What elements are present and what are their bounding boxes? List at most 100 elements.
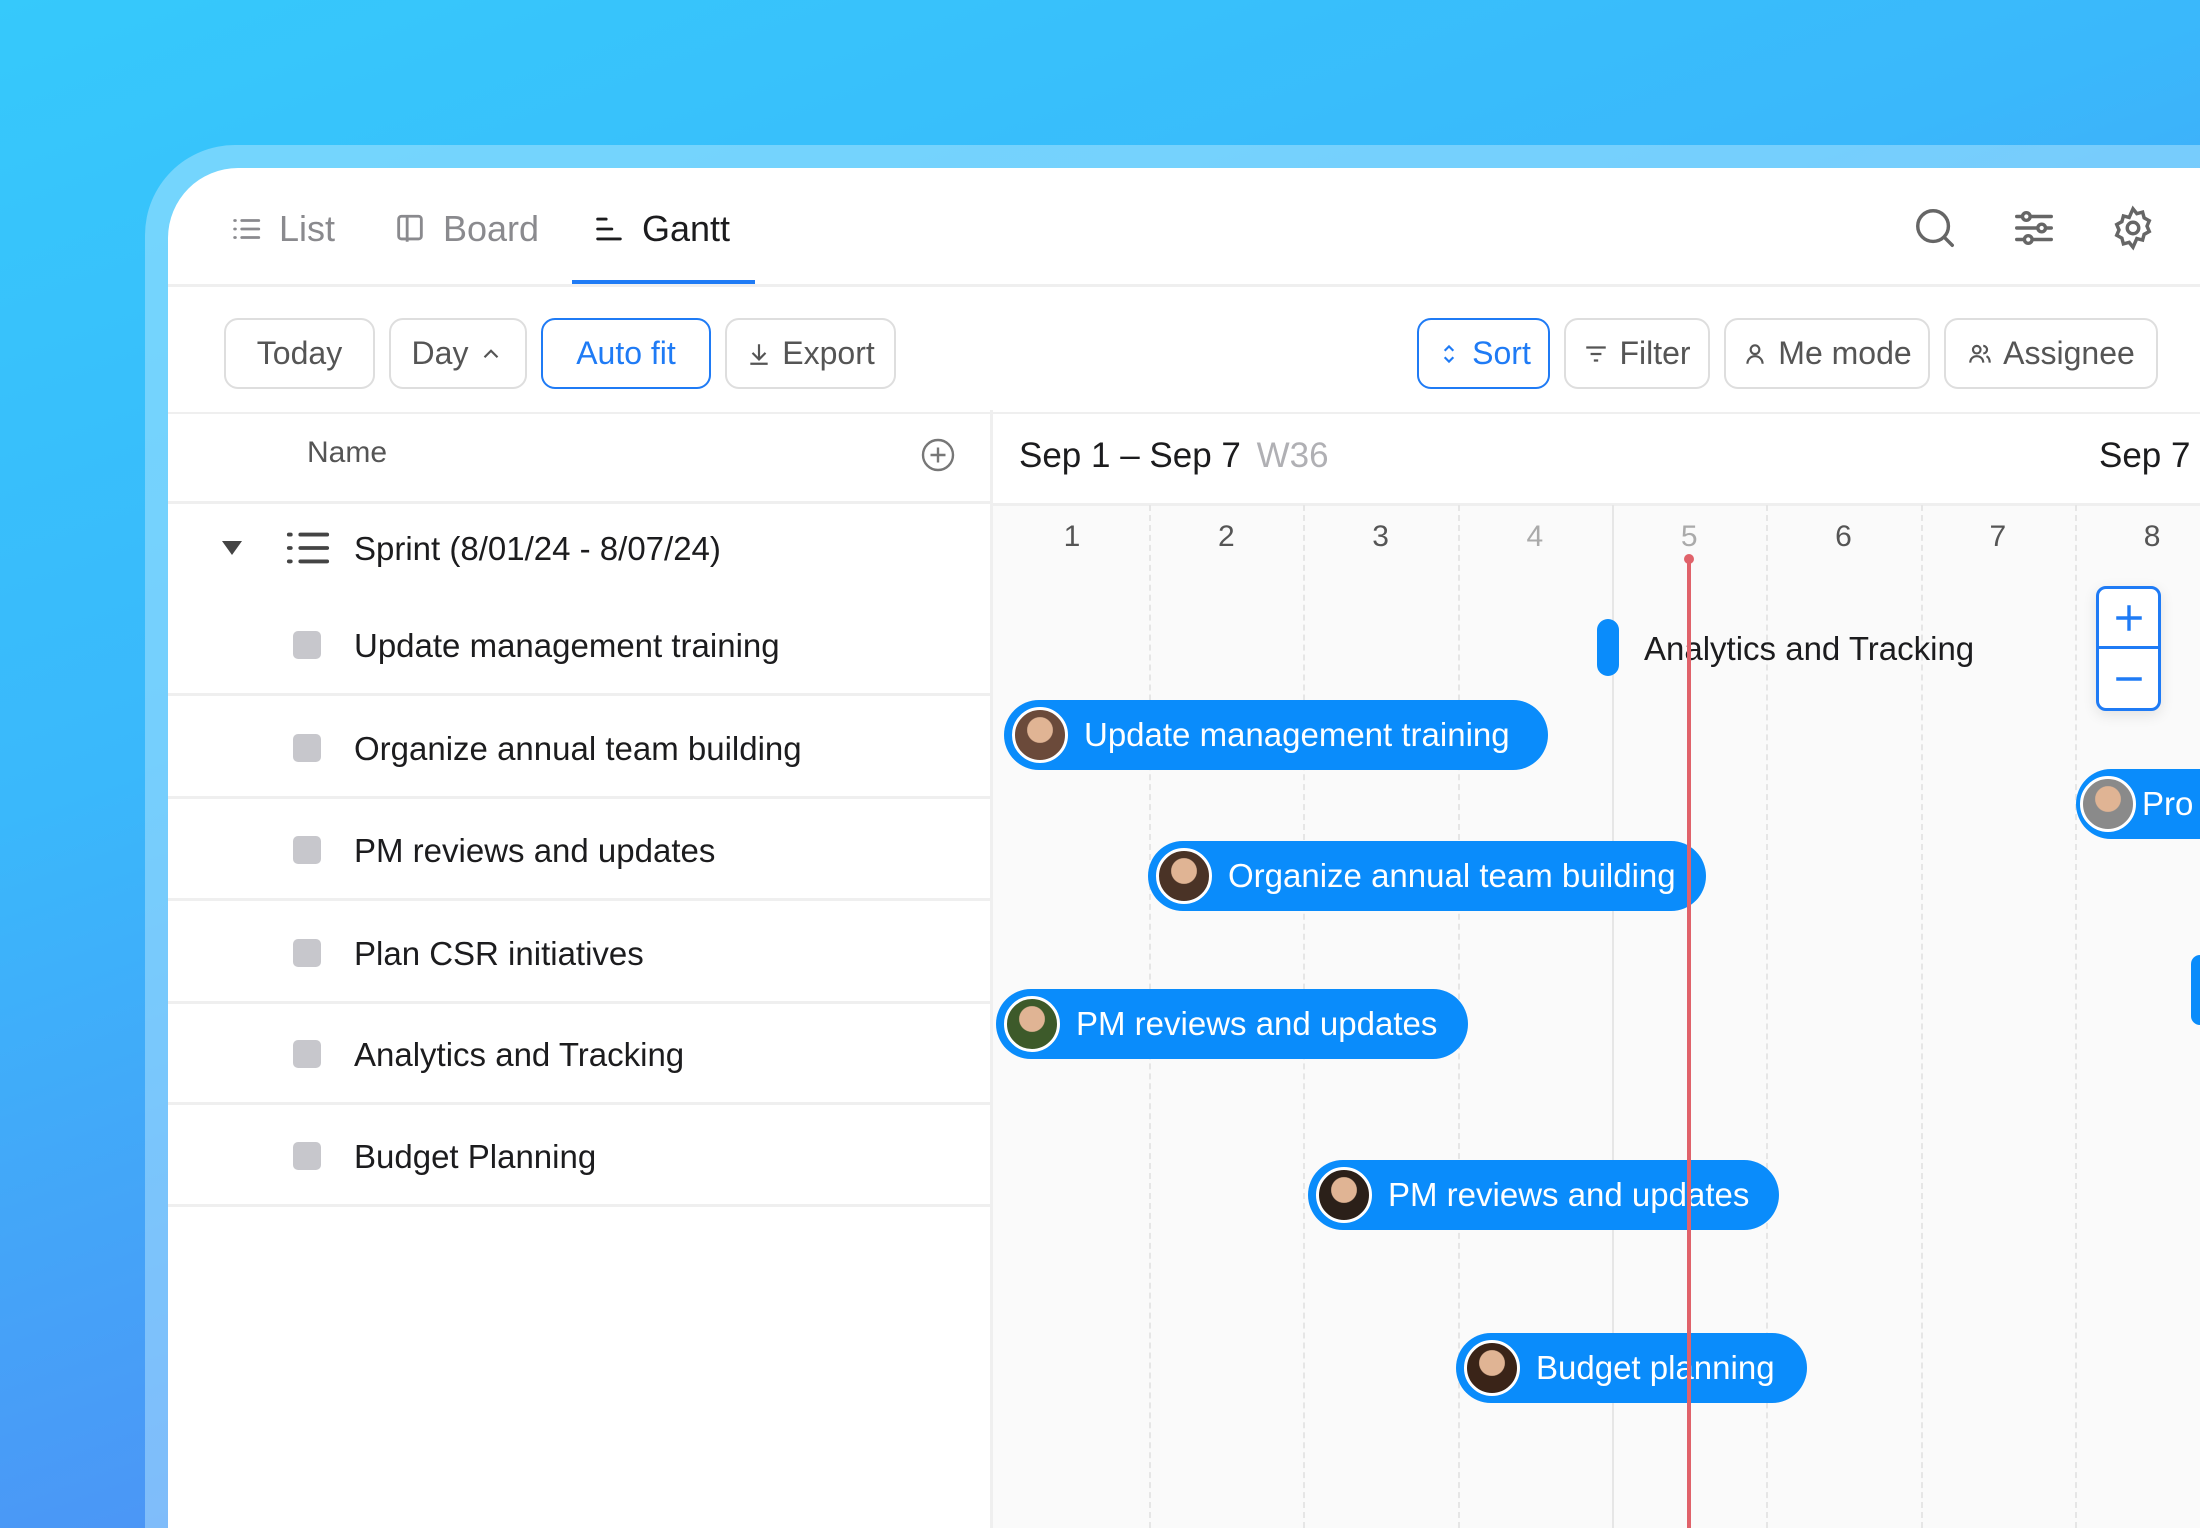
person-icon xyxy=(1746,343,1764,364)
task-name: PM reviews and updates xyxy=(354,832,716,869)
date-range: Sep 1 – Sep 7 xyxy=(1019,436,1241,475)
day-label: 7 xyxy=(1989,520,2007,553)
avatar xyxy=(1156,848,1212,904)
task-checkbox[interactable] xyxy=(293,836,321,864)
name-column-header: Name xyxy=(307,436,388,469)
button-label: Today xyxy=(256,335,343,371)
bar-label: Budget planning xyxy=(1536,1349,1775,1386)
button-label: Filter xyxy=(1619,335,1691,371)
task-row[interactable]: Update management training xyxy=(168,600,990,696)
zoom-out-button[interactable] xyxy=(2099,649,2158,708)
sort-button[interactable]: Sort xyxy=(1417,318,1550,389)
today-line xyxy=(1687,556,1691,1528)
avatar xyxy=(1012,707,1068,763)
avatar xyxy=(1316,1167,1372,1223)
auto-fit-button[interactable]: Auto fit xyxy=(541,318,711,389)
gantt-bar[interactable]: Organize annual team building xyxy=(1148,841,1706,911)
bar-label: Update management training xyxy=(1084,716,1510,753)
sliders-icon[interactable] xyxy=(2011,205,2057,251)
chevron-up-icon xyxy=(484,348,499,358)
week-range: Sep 1 – Sep 7 W36 xyxy=(1019,436,1329,476)
divider xyxy=(993,503,2200,506)
board-icon xyxy=(397,214,423,242)
divider xyxy=(168,501,993,504)
gantt-bar[interactable]: Budget planning xyxy=(1456,1333,1807,1403)
row-divider xyxy=(168,898,990,901)
gear-icon[interactable] xyxy=(2110,205,2156,251)
filter-icon xyxy=(1586,345,1607,362)
button-label: Export xyxy=(782,335,875,371)
bar-label: Pro xyxy=(2142,785,2194,822)
button-label: Day xyxy=(411,335,469,371)
gantt-bar[interactable]: Pro xyxy=(2076,769,2200,839)
today-marker-dot xyxy=(1684,554,1694,564)
button-label: Sort xyxy=(1472,335,1531,371)
tab-list[interactable]: List xyxy=(229,203,335,255)
day-label: 3 xyxy=(1372,520,1389,553)
zoom-control xyxy=(2096,586,2161,711)
next-week-range: Sep 7 xyxy=(2099,436,2191,475)
task-row[interactable]: Budget Planning xyxy=(168,1111,990,1207)
tab-board[interactable]: Board xyxy=(393,203,539,255)
tab-label: Board xyxy=(443,208,540,249)
list-icon xyxy=(233,219,261,239)
gantt-icon xyxy=(596,217,622,241)
assignee-button[interactable]: Assignee xyxy=(1944,318,2158,389)
day-gridline xyxy=(2074,505,2077,1528)
gantt-bar-offscreen[interactable] xyxy=(2191,955,2200,1025)
tab-label: List xyxy=(279,208,336,249)
collapse-triangle-icon[interactable] xyxy=(220,538,244,558)
task-name: Update management training xyxy=(354,627,780,664)
week-number: W36 xyxy=(1256,436,1329,475)
button-label: Assignee xyxy=(2003,335,2135,371)
task-name: Plan CSR initiatives xyxy=(354,935,644,972)
task-name: Budget Planning xyxy=(354,1138,597,1175)
button-label: Auto fit xyxy=(576,335,676,371)
people-icon xyxy=(1969,344,1992,363)
avatar xyxy=(1004,996,1060,1052)
task-checkbox[interactable] xyxy=(293,734,321,762)
tab-label: Gantt xyxy=(642,208,731,249)
gantt-bar[interactable]: PM reviews and updates xyxy=(996,989,1468,1059)
task-row[interactable]: PM reviews and updates xyxy=(168,805,990,901)
avatar xyxy=(1464,1340,1520,1396)
task-name: Analytics and Tracking xyxy=(354,1036,685,1073)
gantt-bar[interactable]: PM reviews and updates xyxy=(1308,1160,1779,1230)
task-checkbox[interactable] xyxy=(293,1040,321,1068)
task-row[interactable]: Organize annual team building xyxy=(168,703,990,799)
task-checkbox[interactable] xyxy=(293,631,321,659)
day-label: 5 xyxy=(1680,520,1698,553)
me-mode-button[interactable]: Me mode xyxy=(1724,318,1930,389)
task-row[interactable]: Plan CSR initiatives xyxy=(168,908,990,1004)
tab-gantt[interactable]: Gantt xyxy=(592,203,730,255)
task-row[interactable]: Analytics and Tracking xyxy=(168,1009,990,1105)
row-divider xyxy=(168,1102,990,1105)
avatar xyxy=(2080,776,2136,832)
bar-label: PM reviews and updates xyxy=(1076,1005,1438,1042)
row-divider xyxy=(168,1001,990,1004)
task-checkbox[interactable] xyxy=(293,939,321,967)
day-label: 6 xyxy=(1835,520,1852,553)
day-label: 4 xyxy=(1526,520,1544,553)
group-name: Sprint (8/01/24 - 8/07/24) xyxy=(354,530,721,567)
task-name: Organize annual team building xyxy=(354,730,802,767)
day-scale-dropdown[interactable]: Day xyxy=(389,318,527,389)
search-icon[interactable] xyxy=(1912,205,1958,251)
sprint-group-row[interactable]: Sprint (8/01/24 - 8/07/24) xyxy=(220,530,990,567)
row-divider xyxy=(168,693,990,696)
divider xyxy=(168,284,2200,287)
button-label: Me mode xyxy=(1778,335,1912,371)
bar-label: Organize annual team building xyxy=(1228,857,1676,894)
day-label: 1 xyxy=(1063,520,1081,553)
milestone-label: Analytics and Tracking xyxy=(1644,630,1975,667)
task-checkbox[interactable] xyxy=(293,1142,321,1170)
zoom-in-button[interactable] xyxy=(2099,589,2158,649)
gantt-bar[interactable]: Update management training xyxy=(1004,700,1548,770)
add-column-icon[interactable] xyxy=(920,437,956,473)
minus-icon xyxy=(2115,676,2142,681)
milestone-marker[interactable] xyxy=(1597,619,1619,676)
row-divider xyxy=(168,1204,990,1207)
export-button[interactable]: Export xyxy=(725,318,896,389)
filter-button[interactable]: Filter xyxy=(1564,318,1710,389)
today-button[interactable]: Today xyxy=(224,318,375,389)
